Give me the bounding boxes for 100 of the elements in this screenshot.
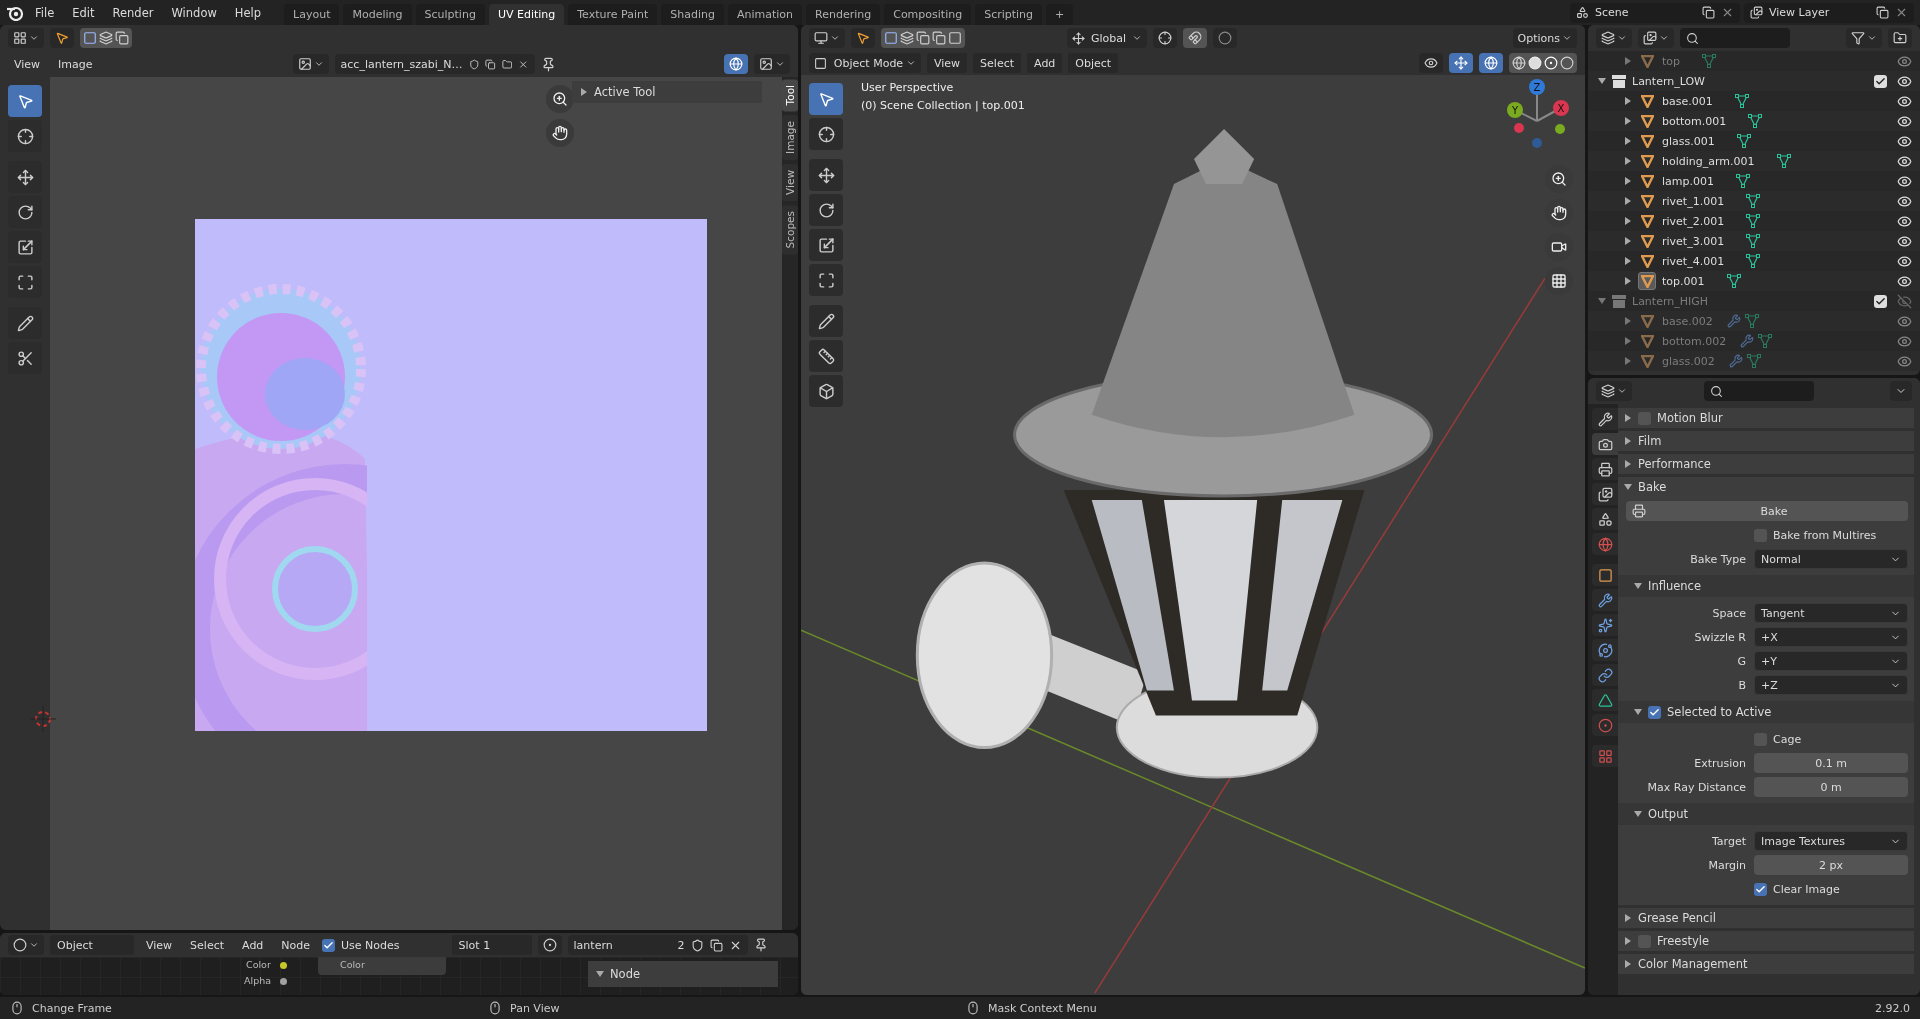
properties-tab[interactable] bbox=[1592, 508, 1618, 530]
disclosure-triangle-icon[interactable] bbox=[1624, 483, 1632, 491]
workspace-tab[interactable]: Layout bbox=[284, 3, 340, 25]
menu-item[interactable]: Window bbox=[164, 2, 224, 23]
mesh-data-icon[interactable] bbox=[1746, 354, 1761, 368]
subpanel-header[interactable]: Output bbox=[1618, 803, 1914, 825]
properties-tab[interactable] bbox=[1592, 689, 1618, 711]
socket-dot[interactable] bbox=[280, 962, 287, 969]
snap-button[interactable] bbox=[1183, 28, 1207, 48]
disclosure-triangle-icon[interactable] bbox=[1624, 137, 1632, 145]
properties-tab[interactable] bbox=[1592, 614, 1618, 636]
disclosure-triangle-icon[interactable] bbox=[1624, 277, 1632, 285]
disclosure-triangle-icon[interactable] bbox=[1634, 582, 1642, 590]
properties-tab[interactable] bbox=[1592, 483, 1618, 505]
pivot-dropdown[interactable] bbox=[1153, 28, 1177, 48]
disclosure-triangle-icon[interactable] bbox=[1624, 177, 1632, 185]
mesh-data-icon[interactable] bbox=[1726, 274, 1741, 288]
checkbox[interactable] bbox=[1754, 882, 1767, 896]
workspace-tab[interactable]: UV Editing bbox=[488, 3, 565, 25]
mesh-data-icon[interactable] bbox=[1746, 194, 1761, 208]
mode-dropdown[interactable]: Object Mode bbox=[809, 53, 921, 73]
disclosure-triangle-icon[interactable] bbox=[1624, 960, 1632, 968]
menu-item[interactable]: Image bbox=[52, 54, 99, 74]
editor-type-button[interactable] bbox=[809, 28, 845, 48]
zoom-button[interactable] bbox=[546, 85, 574, 113]
scene-selector[interactable]: Scene bbox=[1570, 2, 1740, 23]
disclosure-triangle-icon[interactable] bbox=[1598, 77, 1606, 85]
number-field[interactable]: 0.1 m bbox=[1754, 753, 1908, 773]
tool-mode-button[interactable] bbox=[851, 28, 875, 48]
socket-dot[interactable] bbox=[280, 978, 287, 985]
dropdown[interactable]: +X bbox=[1754, 627, 1908, 647]
mesh-data-icon[interactable] bbox=[1746, 214, 1761, 228]
menu-item[interactable]: Add bbox=[236, 935, 270, 955]
disclosure-triangle-icon[interactable] bbox=[1624, 197, 1632, 205]
properties-tab[interactable] bbox=[1592, 564, 1618, 586]
dropdown[interactable]: Tangent bbox=[1754, 603, 1908, 623]
tool-button[interactable] bbox=[8, 342, 42, 374]
navigation-axes-drawing[interactable]: Z Y X bbox=[1497, 77, 1577, 157]
disclosure-triangle-icon[interactable] bbox=[1624, 357, 1632, 365]
mesh-data-icon[interactable] bbox=[1734, 94, 1749, 108]
search-field[interactable] bbox=[1704, 381, 1814, 401]
mesh-data-icon[interactable] bbox=[1736, 134, 1751, 148]
properties-tab[interactable] bbox=[1592, 458, 1618, 480]
outliner-item-name[interactable]: top bbox=[1662, 54, 1681, 68]
tool-button[interactable] bbox=[809, 264, 843, 296]
menu-item[interactable]: View bbox=[927, 53, 968, 73]
material-browse-button[interactable] bbox=[537, 935, 562, 955]
mesh-data-icon[interactable] bbox=[1736, 174, 1750, 188]
properties-tab[interactable] bbox=[1592, 589, 1618, 611]
workspace-tab[interactable]: Rendering bbox=[806, 3, 881, 25]
disclosure-triangle-icon[interactable] bbox=[1624, 317, 1632, 325]
disclosure-triangle-icon[interactable] bbox=[1624, 97, 1632, 105]
overlay-toggle-button[interactable] bbox=[1479, 53, 1503, 73]
tool-button[interactable] bbox=[809, 118, 843, 150]
properties-tab[interactable] bbox=[1592, 664, 1618, 686]
disclosure-triangle-icon[interactable] bbox=[1634, 708, 1642, 716]
add-workspace-tab[interactable]: + bbox=[1046, 3, 1074, 25]
menu-item[interactable]: File bbox=[28, 2, 62, 23]
display-mode-button[interactable] bbox=[1638, 28, 1674, 48]
options-dropdown[interactable] bbox=[1890, 381, 1912, 401]
menu-item[interactable]: Render bbox=[105, 2, 161, 23]
number-field[interactable]: 0 m bbox=[1754, 777, 1908, 797]
outliner-item-name[interactable]: top.001 bbox=[1662, 274, 1705, 288]
app-logo-icon[interactable] bbox=[6, 4, 24, 21]
tool-button[interactable] bbox=[809, 194, 843, 226]
outliner-item-name[interactable]: rivet_4.001 bbox=[1662, 254, 1725, 268]
panel-header[interactable]: Grease Pencil bbox=[1618, 908, 1914, 928]
tool-button[interactable] bbox=[809, 229, 843, 261]
workspace-tab[interactable]: Sculpting bbox=[415, 3, 485, 25]
mesh-data-icon[interactable] bbox=[1702, 54, 1717, 68]
disclosure-triangle-icon[interactable] bbox=[1634, 810, 1642, 818]
gizmo-toggle-button[interactable] bbox=[1449, 53, 1473, 73]
editor-type-button[interactable] bbox=[1596, 28, 1632, 48]
options-dropdown[interactable]: Options bbox=[1512, 28, 1577, 48]
new-collection-button[interactable] bbox=[1888, 28, 1912, 48]
tool-button[interactable] bbox=[809, 83, 843, 115]
disclosure-triangle-icon[interactable] bbox=[1624, 237, 1632, 245]
filter-button[interactable] bbox=[1846, 28, 1882, 48]
bake-button[interactable]: Bake bbox=[1626, 501, 1908, 521]
disclosure-triangle-icon[interactable] bbox=[1624, 437, 1632, 445]
outliner-item-name[interactable]: lamp.001 bbox=[1662, 174, 1714, 188]
number-field[interactable]: 2 px bbox=[1754, 855, 1908, 875]
outliner-item-name[interactable]: rivet_2.001 bbox=[1662, 214, 1725, 228]
disclosure-triangle-icon[interactable] bbox=[1624, 57, 1632, 65]
image-name-field[interactable]: acc_lantern_szabi_N… bbox=[334, 54, 535, 74]
outliner-item-name[interactable]: Lantern_LOW bbox=[1632, 74, 1705, 88]
menu-item[interactable]: Select bbox=[973, 53, 1022, 73]
workspace-tab[interactable]: Texture Paint bbox=[568, 3, 658, 25]
outliner-item-name[interactable]: bottom.002 bbox=[1662, 334, 1727, 348]
mesh-data-icon[interactable] bbox=[1746, 254, 1761, 268]
selection-mode-buttons[interactable] bbox=[80, 28, 132, 48]
workspace-tab[interactable]: Animation bbox=[727, 3, 803, 25]
tool-button[interactable] bbox=[809, 340, 843, 372]
disclosure-triangle-icon[interactable] bbox=[1598, 297, 1606, 305]
tool-button[interactable] bbox=[8, 231, 42, 263]
slot-dropdown[interactable]: Slot 1 bbox=[451, 935, 532, 955]
panel-header[interactable]: Bake bbox=[1618, 477, 1914, 497]
selection-mode-buttons[interactable] bbox=[881, 28, 965, 48]
tool-button[interactable] bbox=[809, 375, 843, 407]
mesh-data-icon[interactable] bbox=[1776, 154, 1791, 168]
